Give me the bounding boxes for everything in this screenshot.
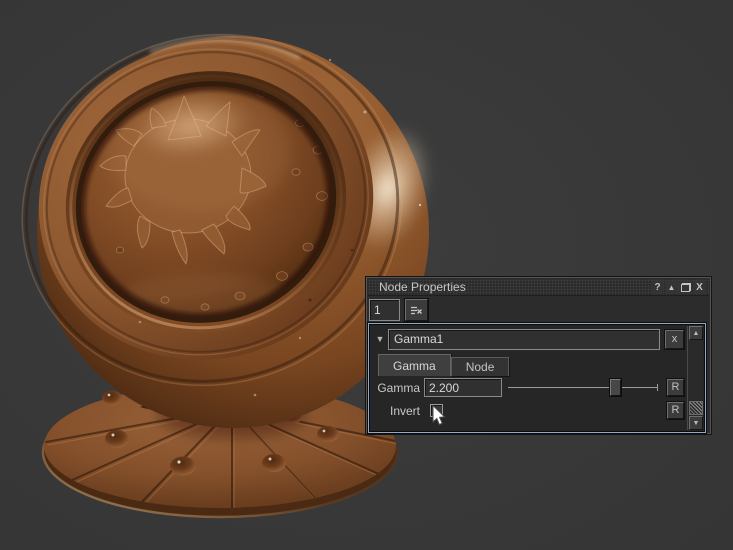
scroll-down-icon[interactable]: ▼: [689, 416, 703, 430]
material-preview-viewport[interactable]: [0, 0, 733, 550]
node-properties-panel: Node Properties ? ▲ X ▼ x: [366, 277, 711, 434]
slider-end-tick: [657, 384, 658, 391]
invert-property-row: Invert R: [372, 400, 684, 421]
node-name-input[interactable]: [388, 329, 660, 350]
restore-glyph: [681, 283, 691, 292]
scrollbar-thumb[interactable]: [689, 401, 703, 415]
tab-bar: Gamma Node: [378, 354, 509, 376]
mouse-cursor: [432, 405, 446, 426]
close-icon[interactable]: X: [693, 281, 706, 294]
arrow-cursor-icon: [432, 405, 446, 426]
titlebar-icons: ? ▲ X: [651, 281, 706, 294]
chevron-down-icon[interactable]: ▼: [372, 334, 388, 344]
shader-ball-scene: [0, 0, 733, 550]
gamma-reset-button[interactable]: R: [667, 379, 684, 396]
panel-toolrow: [369, 299, 428, 322]
slider-handle[interactable]: [610, 379, 621, 396]
restore-icon[interactable]: [679, 281, 692, 294]
remove-node-button[interactable]: x: [665, 330, 684, 349]
slider-track[interactable]: [508, 387, 658, 388]
panel-titlebar[interactable]: Node Properties ? ▲ X: [368, 279, 709, 296]
properties-scrollbar[interactable]: ▲ ▼: [687, 326, 703, 430]
gamma-label: Gamma: [372, 381, 424, 395]
tab-node[interactable]: Node: [451, 357, 510, 376]
panel-title: Node Properties: [379, 280, 466, 295]
invert-reset-button[interactable]: R: [667, 402, 684, 419]
gamma-value-input[interactable]: [424, 378, 502, 397]
clear-list-button[interactable]: [405, 299, 428, 321]
gamma-slider[interactable]: [508, 378, 658, 397]
tab-gamma[interactable]: Gamma: [378, 354, 451, 376]
invert-label: Invert: [372, 404, 424, 418]
gamma-property-row: Gamma R: [372, 377, 684, 398]
help-icon[interactable]: ?: [651, 281, 664, 294]
count-input[interactable]: [369, 299, 400, 321]
collapse-panel-icon[interactable]: ▲: [665, 281, 678, 294]
list-delete-icon: [410, 305, 423, 316]
node-header-row: ▼ x: [372, 328, 684, 350]
scroll-up-icon[interactable]: ▲: [689, 326, 703, 340]
node-properties-content: ▼ x Gamma Node Gamma R Invert: [368, 323, 706, 433]
application-stage: Node Properties ? ▲ X ▼ x: [0, 0, 733, 550]
